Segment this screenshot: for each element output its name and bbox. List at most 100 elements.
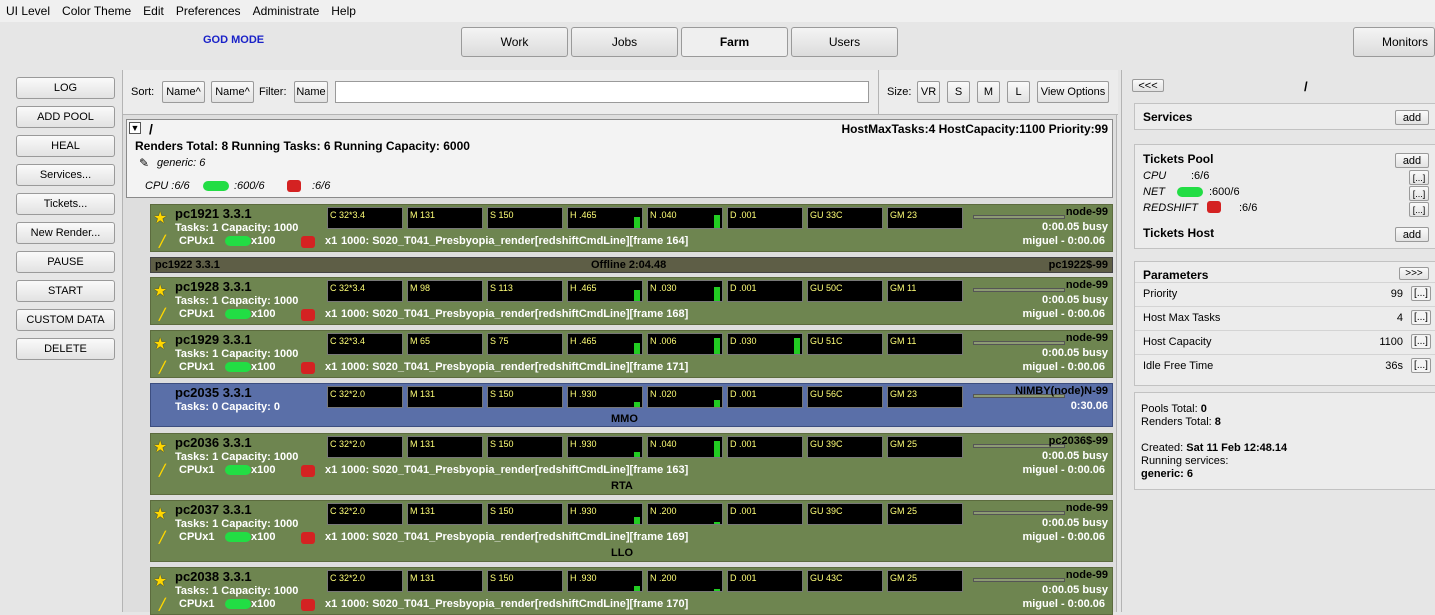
back-button[interactable]: <<< (1132, 79, 1164, 92)
param-idle-free-time-row: Idle Free Time 36s [...] (1135, 354, 1435, 377)
menu-help[interactable]: Help (325, 0, 362, 22)
render-state: NIMBY(node)N-99 (1015, 385, 1108, 397)
gauge-n: N .020 (647, 386, 723, 408)
view-options-button[interactable]: View Options (1037, 81, 1109, 103)
param-edit-button[interactable]: [...] (1411, 310, 1431, 325)
gauge-text: H .465 (570, 210, 597, 220)
task-cpu: CPUx1 (179, 464, 215, 476)
menu-administrate[interactable]: Administrate (247, 0, 326, 22)
param-label: Priority (1143, 288, 1178, 300)
gauge-m: M 131 (407, 436, 483, 458)
gauge-text: N .030 (650, 283, 677, 293)
parameters-expand-button[interactable]: >>> (1399, 267, 1429, 280)
size-l-button[interactable]: L (1007, 81, 1030, 103)
gauge-fill (634, 343, 640, 354)
gauge-fill (634, 586, 640, 591)
task-user: miguel - 0:00.06 (1022, 308, 1105, 320)
tab-users[interactable]: Users (791, 27, 898, 57)
tab-farm[interactable]: Farm (681, 27, 788, 57)
gauge-d: D .001 (727, 280, 803, 302)
tab-monitors[interactable]: Monitors (1353, 27, 1435, 57)
gauge-gm: GM 25 (887, 503, 963, 525)
tickets-button[interactable]: Tickets... (16, 193, 115, 215)
param-edit-button[interactable]: [...] (1411, 334, 1431, 349)
new-render-button[interactable]: New Render... (16, 222, 115, 244)
god-mode-label: GOD MODE (203, 34, 265, 46)
ticket-redshift-edit-button[interactable]: [...] (1409, 202, 1429, 217)
gauge-gu: GU 56C (807, 386, 883, 408)
size-m-button[interactable]: M (977, 81, 1000, 103)
offline-render-state: pc1922$-99 (1048, 259, 1108, 271)
pool-row[interactable]: ▼ / HostMaxTasks:4 HostCapacity:1100 Pri… (126, 119, 1113, 198)
menu-color-theme[interactable]: Color Theme (56, 0, 137, 22)
task-cpu: CPUx1 (179, 361, 215, 373)
expand-toggle-icon[interactable]: ▼ (129, 122, 141, 134)
gauge-text: N .200 (650, 573, 677, 583)
gauge-text: GU 39C (810, 506, 843, 516)
task-user: miguel - 0:00.06 (1022, 235, 1105, 247)
ticket-net-label: NET (1143, 186, 1165, 198)
task-redshift: x1 (325, 235, 338, 247)
state-bar (973, 215, 1065, 219)
pool-capabilities: HostMaxTasks:4 HostCapacity:1100 Priorit… (841, 122, 1108, 136)
gauge-text: GM 23 (890, 210, 918, 220)
param-host-max-tasks-row: Host Max Tasks 4 [...] (1135, 306, 1435, 329)
gauge-text: S 150 (490, 439, 514, 449)
gauge-text: N .040 (650, 439, 677, 449)
add-pool-button[interactable]: ADD POOL (16, 106, 115, 128)
sortbar-divider (878, 70, 879, 115)
redshift-ticket-icon (301, 599, 315, 611)
size-vr-button[interactable]: VR (917, 81, 940, 103)
render-row[interactable]: ★ pc1929 3.3.1 Tasks: 1 Capacity: 1000 C 32… (150, 330, 1113, 378)
heal-button[interactable]: HEAL (16, 135, 115, 157)
services-add-button[interactable]: add (1395, 110, 1429, 125)
pause-button[interactable]: PAUSE (16, 251, 115, 273)
render-row[interactable]: ★ pc1928 3.3.1 Tasks: 1 Capacity: 1000 C 32… (150, 277, 1113, 325)
filter-field-button[interactable]: Name (294, 81, 328, 103)
tab-work[interactable]: Work (461, 27, 568, 57)
gauge-s: S 113 (487, 280, 563, 302)
param-edit-button[interactable]: [...] (1411, 358, 1431, 373)
custom-data-button[interactable]: CUSTOM DATA (16, 309, 115, 331)
param-edit-button[interactable]: [...] (1411, 286, 1431, 301)
sort-primary-button[interactable]: Name^ (162, 81, 205, 103)
net-ticket-icon (1177, 187, 1203, 197)
services-button[interactable]: Services... (16, 164, 115, 186)
sort-secondary-button[interactable]: Name^ (211, 81, 254, 103)
start-button[interactable]: START (16, 280, 115, 302)
gauge-n: N .200 (647, 570, 723, 592)
log-button[interactable]: LOG (16, 77, 115, 99)
render-row[interactable]: ★ pc2036 3.3.1 Tasks: 1 Capacity: 1000 C 32… (150, 433, 1113, 495)
render-tasks: Tasks: 1 Capacity: 1000 (175, 348, 299, 360)
tab-jobs[interactable]: Jobs (571, 27, 678, 57)
filter-input[interactable] (335, 81, 869, 103)
task-job: 1000: S020_T041_Presbyopia_render[redshi… (341, 531, 689, 543)
task-net: x100 (251, 598, 276, 610)
menu-edit[interactable]: Edit (137, 0, 170, 22)
menu-preferences[interactable]: Preferences (170, 0, 247, 22)
size-s-button[interactable]: S (947, 81, 970, 103)
gauge-text: GU 39C (810, 439, 843, 449)
render-row[interactable]: ★ pc2038 3.3.1 Tasks: 1 Capacity: 1000 C 32… (150, 567, 1113, 615)
gauge-s: S 75 (487, 333, 563, 355)
ticket-cpu-edit-button[interactable]: [...] (1409, 170, 1429, 185)
gauge-m: M 131 (407, 207, 483, 229)
param-host-capacity-row: Host Capacity 1100 [...] (1135, 330, 1435, 353)
menu-ui-level[interactable]: UI Level (0, 0, 56, 22)
ticket-redshift-value: :6/6 (1239, 202, 1258, 214)
offline-render-row[interactable]: pc1922 3.3.1 Offline 2:04.48 pc1922$-99 (150, 257, 1113, 273)
net-ticket-icon (225, 236, 251, 246)
ticket-net-edit-button[interactable]: [...] (1409, 186, 1429, 201)
redshift-ticket-icon (301, 236, 315, 248)
gauge-fill (714, 400, 720, 407)
gauge-text: GM 11 (890, 336, 917, 346)
render-row[interactable]: ★ pc1921 3.3.1 Tasks: 1 Capacity: 1000 C 32… (150, 204, 1113, 252)
render-row[interactable]: ★ pc2037 3.3.1 Tasks: 1 Capacity: 1000 C 32… (150, 500, 1113, 562)
state-bar (973, 288, 1065, 292)
tickets-pool-add-button[interactable]: add (1395, 153, 1429, 168)
tickets-host-add-button[interactable]: add (1395, 227, 1429, 242)
task-job: 1000: S020_T041_Presbyopia_render[redshi… (341, 598, 689, 610)
render-row[interactable]: pc2035 3.3.1 Tasks: 0 Capacity: 0 C 32*2.0… (150, 383, 1113, 427)
delete-button[interactable]: DELETE (16, 338, 115, 360)
render-name: pc2035 3.3.1 (175, 385, 252, 400)
